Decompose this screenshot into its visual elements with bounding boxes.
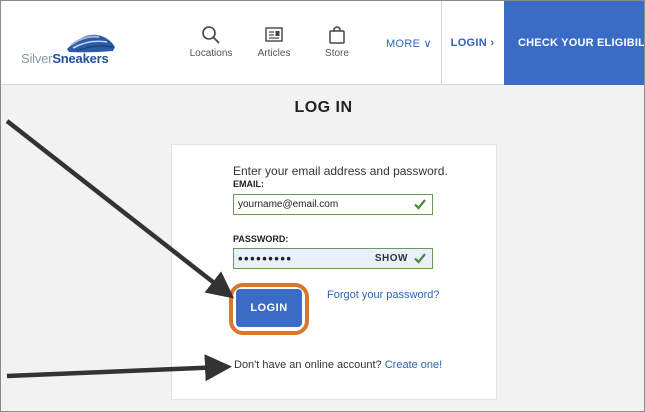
password-value: ••••••••• (238, 251, 293, 266)
checkmark-icon (414, 253, 426, 264)
logo-wordmark: SilverSneakers (21, 51, 109, 66)
email-label: EMAIL: (233, 179, 264, 189)
email-field[interactable]: yourname@email.com (233, 194, 433, 215)
create-account-link[interactable]: Create one! (385, 359, 442, 371)
login-instructions: Enter your email address and password. (233, 164, 448, 178)
logo-sneakers-text: Sneakers (52, 51, 109, 66)
signup-prompt: Don't have an online account? Create one… (234, 359, 442, 371)
browser-frame: SilverSneakers Locations Articles Store … (0, 0, 645, 412)
nav-articles[interactable]: Articles (244, 25, 304, 59)
checkmark-icon (414, 199, 426, 210)
nav-locations-label: Locations (189, 48, 233, 59)
login-button[interactable]: LOGIN (236, 289, 302, 327)
newspaper-icon (265, 27, 283, 42)
header-login-link[interactable]: LOGIN › (441, 1, 503, 85)
silversneakers-logo[interactable]: SilverSneakers (21, 29, 131, 69)
page-title: LOG IN (294, 99, 353, 116)
show-password-button[interactable]: SHOW (375, 253, 408, 264)
nav-locations[interactable]: Locations (181, 25, 241, 59)
search-icon (202, 26, 220, 44)
more-menu[interactable]: MORE ∨ (386, 37, 432, 50)
email-value: yourname@email.com (238, 199, 339, 210)
logo-silver-text: Silver (21, 51, 53, 66)
nav-articles-label: Articles (257, 48, 291, 59)
signup-text: Don't have an online account? (234, 359, 382, 371)
nav-store-label: Store (325, 48, 349, 59)
password-field[interactable]: ••••••••• SHOW (233, 248, 433, 269)
site-header: SilverSneakers Locations Articles Store … (1, 1, 644, 85)
password-label: PASSWORD: (233, 234, 289, 244)
shopping-bag-icon (329, 26, 345, 44)
forgot-password-link[interactable]: Forgot your password? (327, 289, 440, 301)
check-eligibility-button[interactable]: CHECK YOUR ELIGIBILITY › (504, 1, 644, 85)
nav-store[interactable]: Store (307, 25, 367, 59)
